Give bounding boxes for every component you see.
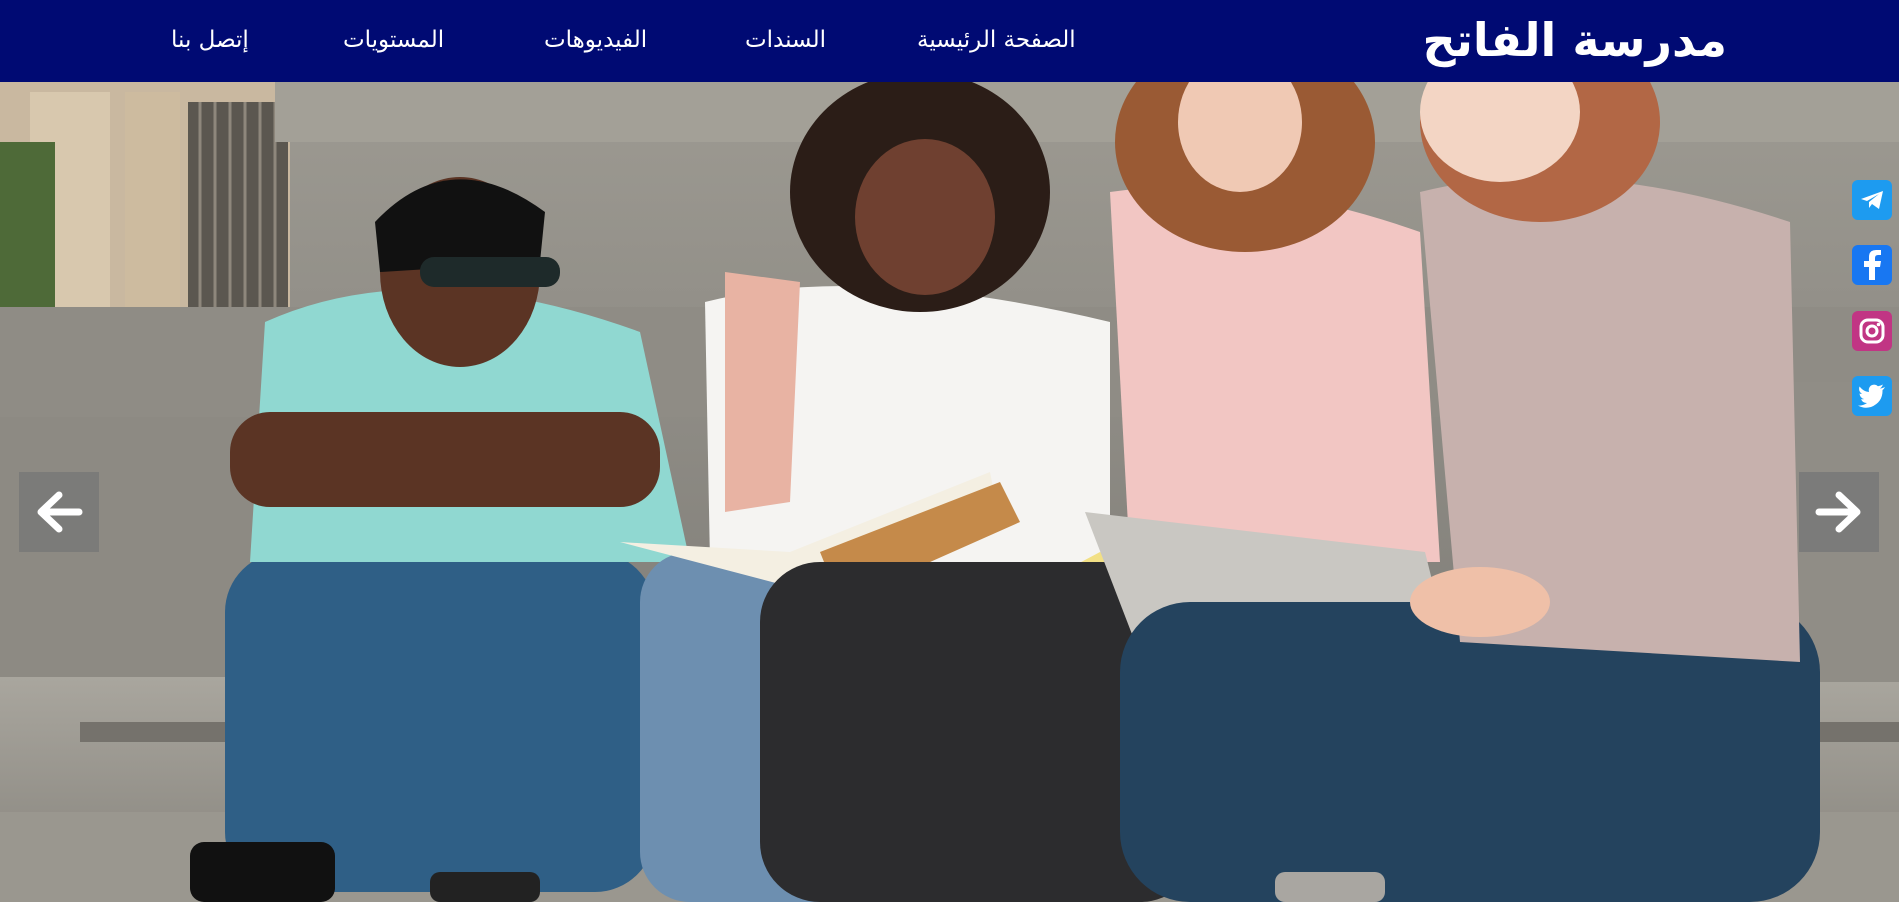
slider-next-button[interactable]	[1799, 472, 1879, 552]
site-brand[interactable]: مدرسة الفاتح	[1422, 8, 1727, 72]
students-on-steps-photo	[0, 82, 1899, 902]
twitter-icon	[1858, 384, 1885, 408]
instagram-link[interactable]	[1852, 311, 1892, 351]
telegram-icon	[1861, 191, 1883, 209]
twitter-link[interactable]	[1852, 376, 1892, 416]
nav-contact[interactable]: إتصل بنا	[171, 22, 249, 58]
telegram-link[interactable]	[1852, 180, 1892, 220]
facebook-icon	[1864, 250, 1881, 280]
arrow-right-icon	[1815, 491, 1861, 533]
instagram-icon	[1859, 318, 1885, 344]
nav-home[interactable]: الصفحة الرئيسية	[917, 22, 1076, 58]
nav-videos[interactable]: الفيديوهات	[544, 22, 647, 58]
arrow-left-icon	[37, 491, 83, 533]
slider-prev-button[interactable]	[19, 472, 99, 552]
nav-documents[interactable]: السندات	[745, 22, 826, 58]
top-navbar: مدرسة الفاتح الصفحة الرئيسية السندات الف…	[0, 0, 1899, 82]
hero-slider	[0, 82, 1899, 902]
nav-levels[interactable]: المستويات	[343, 22, 444, 58]
facebook-link[interactable]	[1852, 245, 1892, 285]
